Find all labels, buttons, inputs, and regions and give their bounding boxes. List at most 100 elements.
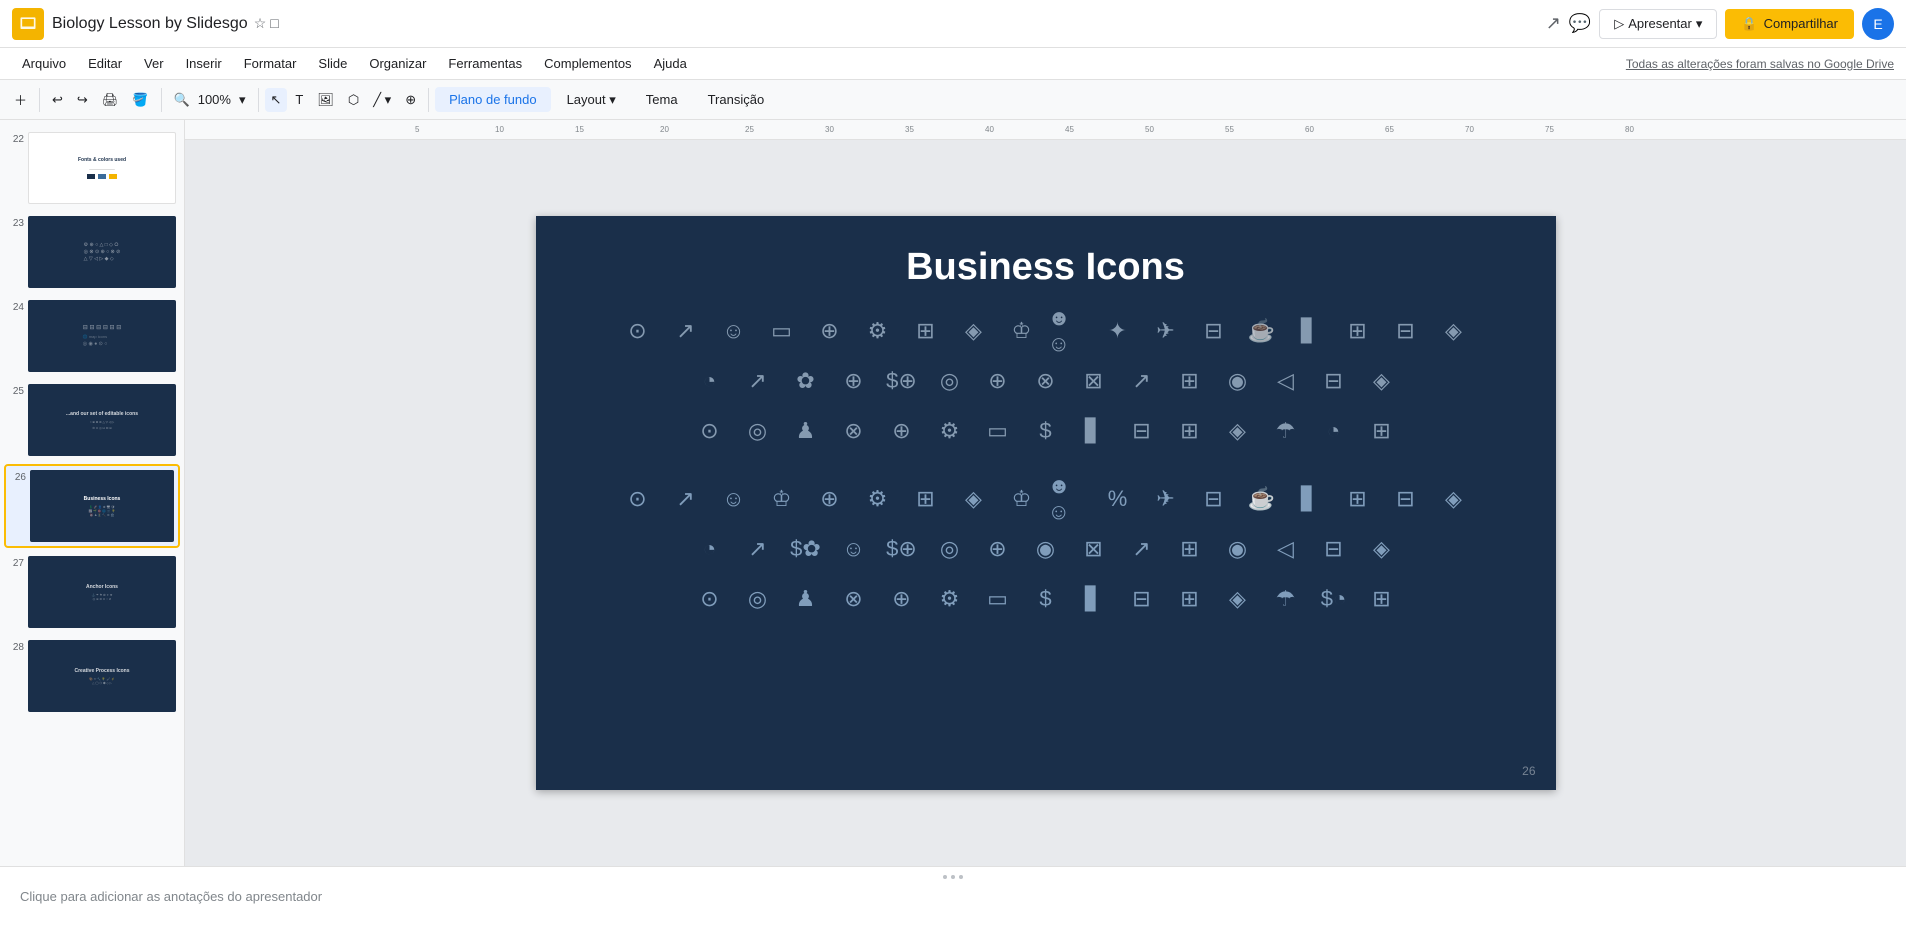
folder-icon[interactable]: □ [270,15,278,32]
lock-icon: 🔒 [1741,16,1757,32]
menu-ajuda[interactable]: Ajuda [644,52,697,75]
slide-thumb-24[interactable]: 24 ⊟ ⊟ ⊟ ⊟ ⊟ ⊟ 🌐 map icons ◎ ◉ ● ⊙ ○ [4,296,180,376]
icon2-person2: ☺ [832,527,876,571]
icon2-pin: ◉ [1024,527,1068,571]
trending-icon: ↗ [1546,13,1561,34]
image-tool[interactable]: 🖼 [311,88,340,112]
user-initial: E [1873,16,1882,32]
icons-row-3: ⊙ ◎ ♟ ⊗ ⊕ ⚙ ▭ $ ▋ ⊟ ⊞ ◈ ☂ [576,409,1516,453]
slide-thumb-23[interactable]: 23 ⚙ ⊕ ○ △ □ ◇ ⭘ ◎ ⊗ ⊙ ⊕ ○ ⊗ ⊘ △ ▽ ◁ ▷ ◆… [4,212,180,292]
icons-gap [576,459,1516,471]
menu-arquivo[interactable]: Arquivo [12,52,76,75]
menu-slide[interactable]: Slide [308,52,357,75]
zoom-level: 100% [198,92,231,107]
icon-monitor2: ▭ [976,409,1020,453]
slide-thumb-25[interactable]: 25 ...and our set of editable icons ○ ⊕ … [4,380,180,460]
zoom-control[interactable]: 🔍 100% ▾ [168,88,252,112]
icons-grid: ⊙ ↗ ☺ ▭ ⊕ ⚙ ⊞ ◈ ♔ ☻☺ ✦ ✈ ⊟ [576,309,1516,621]
icon2-cart: ⊠ [1072,527,1116,571]
icon-bar-chart: ▋ [1288,309,1332,353]
icon-money: ◈ [1216,409,1260,453]
menu-organizar[interactable]: Organizar [359,52,436,75]
icon2-building: ⊟ [1384,477,1428,521]
icon-stamp: ⊕ [832,359,876,403]
transicao-tab[interactable]: Transição [694,87,779,112]
cursor-tool[interactable]: ↖ [265,88,288,112]
separator-3 [258,88,259,112]
compartilhar-button[interactable]: 🔒 Compartilhar [1725,9,1854,39]
icon2-money: ◈ [1216,577,1260,621]
shapes-tool[interactable]: ⬡ [342,88,365,112]
slide-num-25: 25 [8,384,24,397]
icon-chess: ♟ [784,409,828,453]
icon-lightbulb: ◉ [1216,359,1260,403]
icon2-chess: ♟ [784,577,828,621]
icon2-bar-chart: ▋ [1288,477,1332,521]
plano-fundo-tab[interactable]: Plano de fundo [435,87,550,112]
zoom-in-button[interactable]: ▾ [233,88,252,112]
icons-row-6: ⊙ ◎ ♟ ⊗ ⊕ ⚙ ▭ $ ▋ ⊟ ⊞ ◈ ☂ [576,577,1516,621]
title-area: Biology Lesson by Slidesgo ☆ □ [52,15,279,33]
icon-donut-chart: ◔ [1312,409,1356,453]
menu-editar[interactable]: Editar [78,52,132,75]
icon2-id-card: ⊟ [1312,527,1356,571]
more-tool[interactable]: ⊕ [399,88,422,112]
slide-thumb-26[interactable]: 26 Business Icons 💲 🚀 👤 ⚙ 🖥 🛡 📈 🌱 🎯 🌐 🛒 … [4,464,180,548]
slide-thumb-22[interactable]: 22 Fonts & colors used ──────────── [4,128,180,208]
icon-gear: ⚙ [856,309,900,353]
icon2-donut: $◔ [1312,577,1356,621]
icon2-wind: ◎ [736,577,780,621]
icon2-gauge: ⊞ [1360,577,1404,621]
icon2-bank: ⊞ [1168,577,1212,621]
slide-num-28: 28 [8,640,24,653]
menu-inserir[interactable]: Inserir [176,52,232,75]
icon2-trophy-funnel: ♔ [760,477,804,521]
redo-button[interactable]: ↪ [71,88,94,112]
menu-complementos[interactable]: Complementos [534,52,641,75]
icons-row-2: ◔ ↗ ✿ ⊕ $⊕ ◎ ⊕ ⊗ ⊠ ↗ ⊞ ◉ ◁ [576,359,1516,403]
slide-num-23: 23 [8,216,24,229]
star-icon[interactable]: ☆ [254,15,267,32]
icon2-gear: ⚙ [856,477,900,521]
thumb-img-27: Anchor Icons ⚓ ☂ ⚑ ✿ ✦ ❖ ◎ ⊕ ⊗ ⊙ ○ ⊘ [28,556,176,628]
menu-formatar[interactable]: Formatar [234,52,307,75]
ruler-horizontal: 5 10 15 20 25 30 35 40 45 50 55 60 65 70… [185,120,1906,140]
menu-bar: Arquivo Editar Ver Inserir Formatar Slid… [0,48,1906,80]
icon2-search-person: ⊕ [808,477,852,521]
line-tool[interactable]: ╱ ▾ [367,88,397,112]
icon-spreadsheet: ⊞ [1168,359,1212,403]
doc-title-text: Biology Lesson by Slidesgo [52,15,248,33]
toolbar: ＋ ↩ ↪ 🖨 🪣 🔍 100% ▾ ↖ T 🖼 ⬡ ╱ ▾ ⊕ Plano d… [0,80,1906,120]
zoom-out-button[interactable]: 🔍 [168,88,196,112]
paintformat-button[interactable]: 🪣 [126,88,154,112]
menu-ferramentas[interactable]: Ferramentas [438,52,532,75]
icon2-pie-chart: ◔ [688,527,732,571]
print-button[interactable]: 🖨 [96,88,125,112]
icon2-document: ⊟ [1192,477,1236,521]
icon-building: ⊟ [1384,309,1428,353]
undo-button[interactable]: ↩ [46,88,69,112]
icon-id-card: ⊟ [1312,359,1356,403]
comment-icon: 💬 [1569,13,1591,34]
notes-dots [943,875,963,879]
notes-area[interactable]: Clique para adicionar as anotações do ap… [0,866,1906,926]
slide-thumb-28[interactable]: 28 Creative Process Icons 🎨 ✏ 🔧 💡 🖌 ⚡ △ … [4,636,180,716]
add-button[interactable]: ＋ [8,86,33,113]
icon-connect: ◈ [1360,359,1404,403]
slide-num-26: 26 [10,470,26,483]
menu-ver[interactable]: Ver [134,52,174,75]
tema-tab[interactable]: Tema [632,87,692,112]
apresentar-button[interactable]: ▷ Apresentar ▾ [1599,9,1717,39]
main-area: 22 Fonts & colors used ──────────── 23 [0,120,1906,866]
icon2-factory: ⊞ [1336,477,1380,521]
icon-hourglass: ⊗ [832,409,876,453]
slide-canvas[interactable]: Business Icons ⊙ ↗ ☺ ▭ ⊕ ⚙ ⊞ ◈ [536,216,1556,790]
notes-placeholder[interactable]: Clique para adicionar as anotações do ap… [20,889,322,904]
icon-shield: ◈ [952,309,996,353]
layout-tab[interactable]: Layout ▾ [553,87,630,113]
doc-title: Biology Lesson by Slidesgo ☆ □ [52,15,279,33]
text-tool[interactable]: T [289,88,309,111]
avatar[interactable]: E [1862,8,1894,40]
slide-thumb-27[interactable]: 27 Anchor Icons ⚓ ☂ ⚑ ✿ ✦ ❖ ◎ ⊕ ⊗ ⊙ ○ ⊘ [4,552,180,632]
icon-network: ◈ [1432,309,1476,353]
